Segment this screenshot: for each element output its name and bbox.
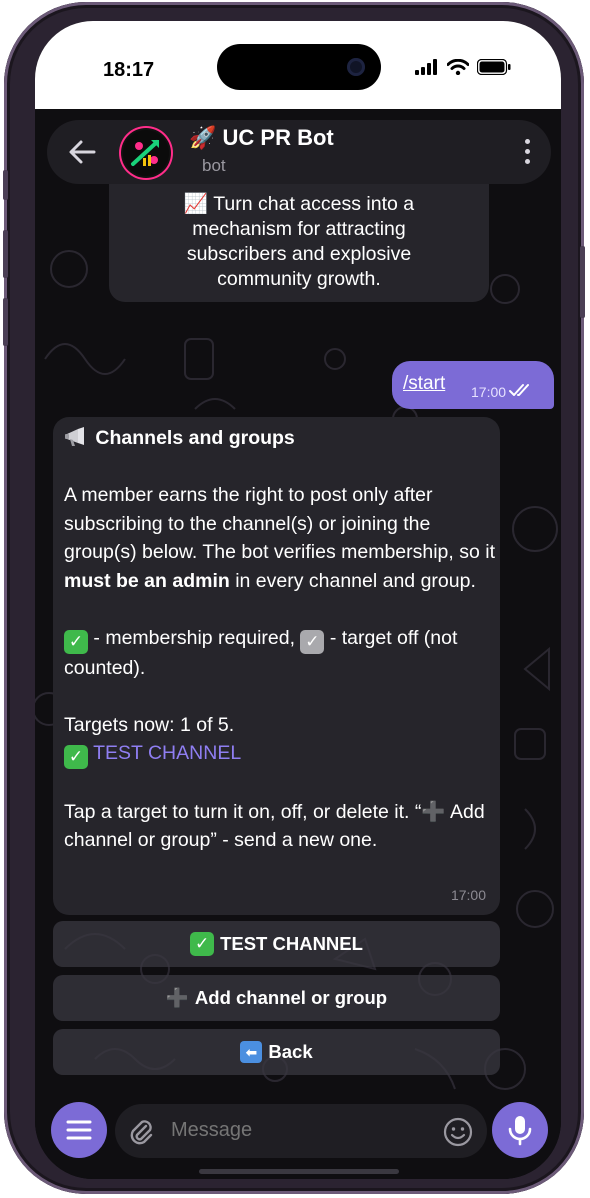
message-time: 17:00 bbox=[471, 384, 507, 400]
message-input[interactable] bbox=[169, 1118, 433, 1143]
hint-paragraph: Tap a target to turn it on, off, or dele… bbox=[64, 798, 496, 855]
button-label: Add channel or group bbox=[194, 987, 388, 1008]
message-line: subscribers and explosive bbox=[186, 243, 412, 265]
keyboard-button-add[interactable]: ➕ Add channel or group bbox=[53, 975, 500, 1021]
check-mark-icon: ✓ bbox=[64, 745, 88, 769]
system-icons bbox=[415, 59, 511, 75]
message-bubble-partial: 📈 Turn chat access into a mechanism for … bbox=[109, 178, 489, 302]
chat-subtitle: bot bbox=[202, 156, 226, 175]
legend-text-required: - membership required, bbox=[88, 626, 301, 649]
message-heading: Channels and groups bbox=[64, 424, 496, 453]
description-text-end: in every channel and group. bbox=[229, 569, 476, 592]
targets-count: Targets now: 1 of 5. bbox=[64, 713, 235, 736]
paperclip-icon[interactable] bbox=[127, 1118, 155, 1146]
input-bar bbox=[35, 1092, 561, 1172]
outgoing-message[interactable]: /start 17:00 bbox=[392, 361, 554, 409]
power-button bbox=[580, 246, 585, 318]
battery-icon bbox=[477, 59, 511, 75]
target-item: ✓ TEST CHANNEL bbox=[64, 739, 496, 769]
heading-text: Channels and groups bbox=[95, 427, 295, 449]
phone-frame: 18:17 🚀 UC PR Bot bot 📈 Turn chat access… bbox=[3, 2, 585, 1194]
button-label: TEST CHANNEL bbox=[220, 933, 363, 954]
hamburger-icon bbox=[66, 1120, 92, 1140]
screen: 18:17 🚀 UC PR Bot bot 📈 Turn chat access… bbox=[35, 21, 561, 1179]
back-arrow-icon: ⬅ bbox=[240, 1041, 263, 1063]
chat-header: 🚀 UC PR Bot bot bbox=[47, 120, 551, 184]
avatar-logo-icon bbox=[123, 130, 169, 176]
description-bold-text: must be an admin bbox=[64, 569, 230, 592]
home-indicator bbox=[199, 1169, 399, 1174]
message-input-pill[interactable] bbox=[115, 1104, 487, 1158]
signal-icon bbox=[415, 59, 437, 75]
description-paragraph: A member earns the right to post only af… bbox=[64, 481, 496, 595]
megaphone-icon bbox=[65, 427, 84, 446]
chat-title[interactable]: 🚀 UC PR Bot bbox=[189, 125, 334, 151]
volume-up-button bbox=[3, 230, 8, 278]
wifi-icon bbox=[447, 59, 469, 75]
side-button bbox=[3, 170, 8, 200]
kebab-icon[interactable] bbox=[523, 139, 531, 165]
double-check-icon bbox=[509, 384, 529, 396]
start-command-link[interactable]: /start bbox=[403, 373, 445, 395]
volume-down-button bbox=[3, 298, 8, 346]
message-line: 📈 Turn chat access into a bbox=[183, 193, 415, 215]
camera-icon bbox=[347, 58, 365, 76]
menu-button[interactable] bbox=[51, 1102, 107, 1158]
legend-paragraph: ✓ - membership required, ✓ - target off … bbox=[64, 624, 496, 683]
smile-icon[interactable] bbox=[443, 1117, 473, 1147]
status-time: 18:17 bbox=[103, 59, 155, 81]
hint-text: Tap a target to turn it on, off, or dele… bbox=[64, 800, 422, 823]
message-time: 17:00 bbox=[450, 886, 486, 903]
bot-avatar[interactable] bbox=[121, 128, 171, 178]
back-arrow-icon[interactable] bbox=[67, 138, 97, 166]
keyboard-button-back[interactable]: ⬅ Back bbox=[53, 1029, 500, 1075]
check-grey-icon: ✓ bbox=[300, 629, 325, 654]
message-line: community growth. bbox=[217, 268, 381, 290]
voice-button[interactable] bbox=[492, 1102, 548, 1158]
message-line: mechanism for attracting bbox=[192, 218, 406, 240]
target-link[interactable]: TEST CHANNEL bbox=[93, 742, 241, 764]
plus-icon: ➕ bbox=[165, 987, 189, 1008]
plus-icon: ➕ bbox=[421, 800, 446, 823]
check-mark-icon: ✓ bbox=[64, 629, 88, 654]
button-label: Back bbox=[268, 1041, 313, 1062]
check-mark-icon: ✓ bbox=[190, 932, 215, 956]
status-bar: 18:17 bbox=[35, 21, 561, 109]
mic-icon bbox=[508, 1116, 532, 1146]
keyboard-button-test-channel[interactable]: ✓ TEST CHANNEL bbox=[53, 921, 500, 967]
description-text: A member earns the right to post only af… bbox=[64, 484, 495, 563]
dynamic-island bbox=[217, 44, 381, 90]
incoming-message: Channels and groups A member earns the r… bbox=[53, 417, 500, 915]
